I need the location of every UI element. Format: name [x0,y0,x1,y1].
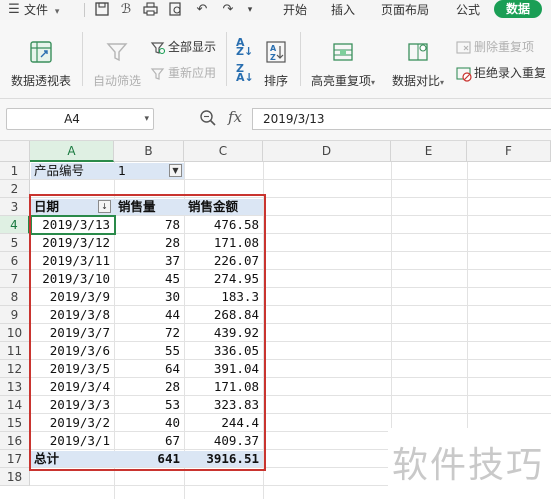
row-header[interactable]: 2 [0,180,30,198]
delete-duplicates-label: 删除重复项 [474,40,535,54]
row-header[interactable]: 6 [0,252,30,270]
row-header[interactable]: 13 [0,378,30,396]
row-header[interactable]: 18 [0,468,30,486]
chevron-down-icon: ▾ [54,7,60,17]
data-compare-button[interactable]: 数据对比▾ [386,40,450,89]
sort-button[interactable]: AZ 排序 [260,40,292,89]
zoom-search-icon[interactable] [199,109,217,127]
filter-icon [105,40,129,64]
column-header-e[interactable]: E [391,141,467,162]
column-header-d[interactable]: D [263,141,391,162]
row-header[interactable]: 9 [0,306,30,324]
name-box-value: A4 [64,112,80,126]
show-all-label: 全部显示 [168,40,217,54]
chevron-down-icon: ▾ [371,78,376,87]
file-menu[interactable]: 文件 ▾ [24,0,59,20]
row-header[interactable]: 12 [0,360,30,378]
row-header[interactable]: 15 [0,414,30,432]
format-painter-icon[interactable]: ℬ [118,2,134,18]
menu-bar: ☰ 文件 ▾ ℬ ↶ ↷ ▾ 开始 插入 页面布局 公式 数据 [0,0,551,20]
reapply-icon [150,66,166,82]
pivot-table-label: 数据透视表 [10,74,71,88]
file-menu-label: 文件 [24,3,49,17]
tab-page-layout[interactable]: 页面布局 [381,0,429,20]
pivot-filter-value[interactable]: 1 [115,162,170,180]
tab-home[interactable]: 开始 [283,0,307,20]
row-header[interactable]: 8 [0,288,30,306]
row-header[interactable]: 7 [0,270,30,288]
undo-icon[interactable]: ↶ [194,2,210,18]
column-header-f[interactable]: F [467,141,551,162]
show-all-button[interactable]: 全部显示 [150,38,216,56]
ribbon: 数据透视表 自动筛选 全部显示 重新应用 A Z↓ Z A↓ AZ 排序 高亮重复项… [0,20,551,99]
column-header-c[interactable]: C [184,141,263,162]
tab-data[interactable]: 数据 [494,0,542,18]
hamburger-menu-icon[interactable]: ☰ [6,2,22,18]
row-header[interactable]: 17 [0,450,30,468]
chevron-down-icon[interactable]: ▾ [144,109,149,129]
filter-dropdown-icon[interactable]: ▼ [169,164,182,177]
pivot-filter-label[interactable]: 产品编号 [31,162,114,180]
reject-duplicates-button[interactable]: 拒绝录入重复 [456,64,546,82]
redo-icon[interactable]: ↷ [220,2,236,18]
auto-filter-label: 自动筛选 [92,74,141,88]
row-header[interactable]: 10 [0,324,30,342]
highlight-duplicates-button[interactable]: 高亮重复项▾ [306,40,380,89]
pivot-highlight-box [29,194,266,471]
tab-formulas[interactable]: 公式 [456,0,480,20]
highlight-duplicates-label: 高亮重复项 [310,74,371,88]
row-header[interactable]: 14 [0,396,30,414]
sort-descending-icon[interactable]: Z A↓ [236,63,254,83]
formula-input[interactable]: 2019/3/13 [252,108,551,130]
row-header[interactable]: 4 [0,216,30,234]
svg-text:A: A [270,44,277,53]
data-compare-label: 数据对比 [391,74,440,88]
tab-insert[interactable]: 插入 [331,0,355,20]
sort-ascending-icon[interactable]: A Z↓ [236,37,254,57]
name-box[interactable]: A4 ▾ [6,108,154,130]
pivot-table-icon [29,40,53,64]
row-header[interactable]: 16 [0,432,30,450]
sort-icon: AZ [264,40,288,64]
data-compare-icon [406,40,430,64]
delete-duplicates-button[interactable]: 删除重复项 [456,38,534,56]
print-preview-icon[interactable] [168,2,184,18]
column-header-b[interactable]: B [114,141,184,162]
column-header-a[interactable]: A [30,141,114,162]
reapply-label: 重新应用 [168,66,217,80]
sort-label: 排序 [263,74,288,88]
reject-duplicates-label: 拒绝录入重复 [474,66,547,80]
ribbon-divider [226,32,227,86]
menu-divider [84,3,85,17]
watermark-text: 软件技巧 [392,445,545,486]
ribbon-divider [300,32,301,86]
function-icon[interactable]: fx [228,108,242,126]
auto-filter-button[interactable]: 自动筛选 [90,40,144,89]
row-header[interactable]: 5 [0,234,30,252]
chevron-down-icon[interactable]: ▾ [242,2,258,18]
pivot-table-button[interactable]: 数据透视表 [8,40,74,89]
svg-text:Z: Z [270,53,276,62]
row-header[interactable]: 1 [0,162,30,180]
chevron-down-icon: ▾ [440,78,445,87]
reapply-button[interactable]: 重新应用 [150,64,216,82]
print-icon[interactable] [142,2,158,18]
highlight-duplicates-icon [331,40,355,64]
formula-bar: A4 ▾ fx 2019/3/13 [0,99,551,141]
show-all-icon [150,40,166,56]
select-all-corner[interactable] [0,141,30,162]
row-header[interactable]: 3 [0,198,30,216]
delete-duplicates-icon [456,40,472,56]
reject-duplicates-icon [456,66,472,82]
ribbon-divider [82,32,83,86]
save-icon[interactable] [94,2,110,18]
row-header[interactable]: 11 [0,342,30,360]
